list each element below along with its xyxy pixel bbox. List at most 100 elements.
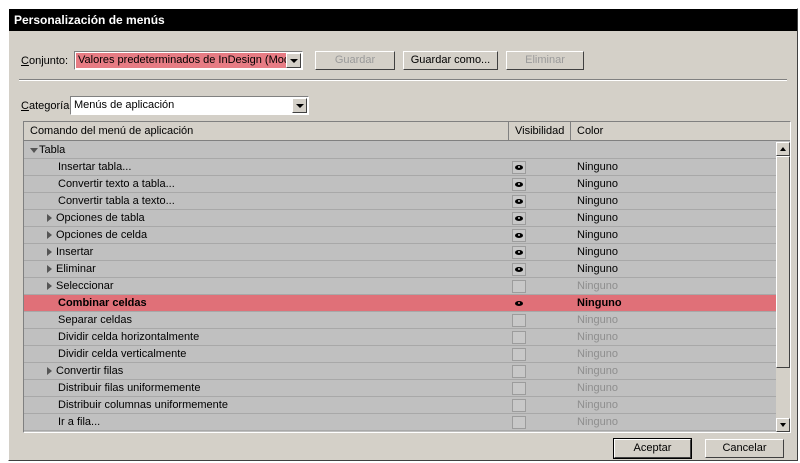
list-item[interactable]: Ir a fila... Ninguno bbox=[24, 414, 776, 431]
command-label: Opciones de tabla bbox=[56, 212, 145, 224]
list-item[interactable]: Eliminar Ninguno bbox=[24, 261, 776, 278]
column-header-visibility[interactable]: Visibilidad bbox=[509, 122, 571, 141]
list-item[interactable]: Dividir celda horizontalmente Ninguno bbox=[24, 329, 776, 346]
list-item[interactable]: Combinar celdas Ninguno bbox=[24, 295, 776, 312]
eye-icon bbox=[515, 182, 523, 187]
command-label: Eliminar bbox=[56, 263, 96, 275]
category-label: Categoría: bbox=[21, 100, 73, 112]
list-item[interactable]: Distribuir filas uniformemente Ninguno bbox=[24, 380, 776, 397]
visibility-toggle[interactable] bbox=[512, 399, 526, 412]
list-item[interactable]: Opciones de celda Ninguno bbox=[24, 227, 776, 244]
list-item[interactable]: Insertar tabla... Ninguno bbox=[24, 159, 776, 176]
visibility-toggle[interactable] bbox=[512, 161, 526, 174]
color-value[interactable]: Ninguno bbox=[577, 380, 618, 396]
chevron-down-icon[interactable] bbox=[286, 53, 301, 68]
color-value[interactable]: Ninguno bbox=[577, 414, 618, 430]
color-value[interactable]: Ninguno bbox=[577, 176, 618, 192]
command-label: Opciones de celda bbox=[56, 229, 148, 241]
visibility-toggle[interactable] bbox=[512, 280, 526, 293]
expand-down-icon[interactable] bbox=[30, 148, 38, 153]
command-label: Convertir tabla a texto... bbox=[58, 195, 175, 207]
visibility-toggle[interactable] bbox=[512, 246, 526, 259]
command-label: Combinar celdas bbox=[58, 297, 147, 309]
color-value[interactable]: Ninguno bbox=[577, 346, 618, 362]
list-item[interactable]: Convertir tabla a texto... Ninguno bbox=[24, 193, 776, 210]
list-item[interactable]: Dividir celda verticalmente Ninguno bbox=[24, 346, 776, 363]
eye-icon bbox=[515, 216, 523, 221]
list-item[interactable]: Insertar Ninguno bbox=[24, 244, 776, 261]
category-dropdown[interactable]: Menús de aplicación bbox=[70, 96, 309, 115]
chevron-down-icon[interactable] bbox=[292, 98, 307, 113]
eye-icon bbox=[515, 301, 523, 306]
scroll-down-icon[interactable] bbox=[776, 418, 790, 432]
expand-right-icon[interactable] bbox=[47, 282, 52, 290]
list-item[interactable]: Seleccionar Ninguno bbox=[24, 278, 776, 295]
save-button[interactable]: Guardar bbox=[315, 51, 395, 70]
color-value[interactable]: Ninguno bbox=[577, 295, 622, 311]
column-header-color[interactable]: Color bbox=[571, 122, 790, 141]
command-label: Seleccionar bbox=[56, 280, 114, 292]
column-header-command[interactable]: Comando del menú de aplicación bbox=[24, 122, 509, 141]
visibility-toggle[interactable] bbox=[512, 331, 526, 344]
color-value[interactable]: Ninguno bbox=[577, 397, 618, 413]
command-label: Distribuir filas uniformemente bbox=[58, 382, 201, 394]
visibility-toggle[interactable] bbox=[512, 314, 526, 327]
command-label: Distribuir columnas uniformemente bbox=[58, 399, 228, 411]
expand-right-icon[interactable] bbox=[47, 367, 52, 375]
visibility-toggle[interactable] bbox=[512, 178, 526, 191]
command-label: Dividir celda horizontalmente bbox=[58, 331, 200, 343]
menu-commands-list[interactable]: Comando del menú de aplicación Visibilid… bbox=[23, 121, 791, 433]
visibility-toggle[interactable] bbox=[512, 195, 526, 208]
eye-icon bbox=[515, 250, 523, 255]
color-value[interactable]: Ninguno bbox=[577, 261, 618, 277]
save-as-button[interactable]: Guardar como... bbox=[403, 51, 498, 70]
customize-menus-dialog: Personalización de menús Conjunto: Valor… bbox=[8, 8, 798, 461]
color-value[interactable]: Ninguno bbox=[577, 193, 618, 209]
expand-right-icon[interactable] bbox=[47, 231, 52, 239]
list-item[interactable]: Opciones de tabla Ninguno bbox=[24, 210, 776, 227]
scroll-up-icon[interactable] bbox=[776, 142, 790, 156]
visibility-toggle[interactable] bbox=[512, 229, 526, 242]
visibility-toggle[interactable] bbox=[512, 212, 526, 225]
visibility-toggle[interactable] bbox=[512, 382, 526, 395]
vertical-scrollbar[interactable] bbox=[776, 142, 790, 432]
cancel-button[interactable]: Cancelar bbox=[705, 439, 784, 458]
ok-button[interactable]: Aceptar bbox=[613, 438, 692, 459]
color-value[interactable]: Ninguno bbox=[577, 244, 618, 260]
scroll-thumb[interactable] bbox=[776, 156, 790, 368]
command-label: Ir a fila... bbox=[58, 416, 101, 428]
list-item[interactable]: Convertir filas Ninguno bbox=[24, 363, 776, 380]
command-label: Insertar tabla... bbox=[58, 161, 132, 173]
color-value[interactable]: Ninguno bbox=[577, 329, 618, 345]
set-dropdown-value: Valores predeterminados de InDesign (Mod… bbox=[76, 53, 286, 68]
color-value[interactable]: Ninguno bbox=[577, 363, 618, 379]
list-item[interactable]: Tabla bbox=[24, 142, 776, 159]
eye-icon bbox=[515, 233, 523, 238]
visibility-toggle[interactable] bbox=[512, 297, 526, 310]
dialog-title: Personalización de menús bbox=[9, 9, 797, 31]
visibility-toggle[interactable] bbox=[512, 416, 526, 429]
color-value[interactable]: Ninguno bbox=[577, 159, 618, 175]
command-label: Convertir texto a tabla... bbox=[58, 178, 175, 190]
list-rows: Tabla Insertar tabla... Ninguno Convertir t… bbox=[24, 142, 776, 432]
color-value[interactable]: Ninguno bbox=[577, 278, 618, 294]
set-label: Conjunto: bbox=[21, 55, 69, 67]
separator bbox=[19, 79, 787, 81]
delete-button[interactable]: Eliminar bbox=[506, 51, 584, 70]
color-value[interactable]: Ninguno bbox=[577, 312, 618, 328]
visibility-toggle[interactable] bbox=[512, 348, 526, 361]
visibility-toggle[interactable] bbox=[512, 263, 526, 276]
category-dropdown-value: Menús de aplicación bbox=[74, 99, 175, 111]
set-dropdown[interactable]: Valores predeterminados de InDesign (Mod… bbox=[74, 51, 303, 70]
expand-right-icon[interactable] bbox=[47, 214, 52, 222]
list-item[interactable]: Convertir texto a tabla... Ninguno bbox=[24, 176, 776, 193]
list-item[interactable]: Distribuir columnas uniformemente Ninguno bbox=[24, 397, 776, 414]
command-label: Insertar bbox=[56, 246, 94, 258]
expand-right-icon[interactable] bbox=[47, 248, 52, 256]
command-label: Convertir filas bbox=[56, 365, 124, 377]
list-item[interactable]: Separar celdas Ninguno bbox=[24, 312, 776, 329]
visibility-toggle[interactable] bbox=[512, 365, 526, 378]
color-value[interactable]: Ninguno bbox=[577, 227, 618, 243]
expand-right-icon[interactable] bbox=[47, 265, 52, 273]
color-value[interactable]: Ninguno bbox=[577, 210, 618, 226]
